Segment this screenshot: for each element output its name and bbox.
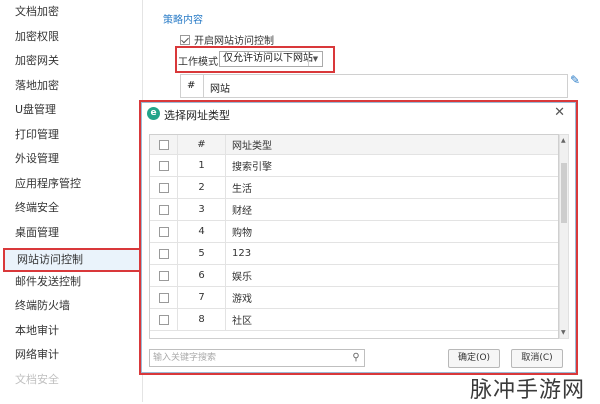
sidebar-item-network-audit[interactable]: 网络审计 (0, 343, 142, 367)
row-checkbox[interactable] (150, 243, 178, 264)
search-placeholder: 输入关键字搜索 (153, 353, 217, 363)
select-all-checkbox[interactable] (150, 135, 178, 154)
select-url-type-dialog: e 选择网址类型 ✕ # 网址类型 1 搜索引擎 2 生活 3 财经 4 购物 (141, 102, 576, 373)
scrollbar-thumb[interactable] (561, 163, 567, 223)
checkbox-icon[interactable] (158, 139, 169, 150)
row-num: 8 (178, 309, 226, 330)
row-checkbox[interactable] (150, 309, 178, 330)
grid-header: # 网址类型 (150, 135, 558, 155)
column-divider (203, 74, 204, 98)
row-num: 1 (178, 155, 226, 176)
search-icon[interactable]: ⚲ (350, 351, 362, 365)
row-num: 7 (178, 287, 226, 308)
row-num: 5 (178, 243, 226, 264)
table-row[interactable]: 6 娱乐 (150, 265, 558, 287)
sidebar-item-document-security[interactable]: 文档安全 (0, 368, 142, 392)
grid-scrollbar[interactable]: ▲ ▼ (559, 134, 569, 339)
row-num: 4 (178, 221, 226, 242)
sidebar-item-terminal-firewall[interactable]: 终端防火墙 (0, 294, 142, 318)
search-input[interactable]: 输入关键字搜索 ⚲ (149, 349, 365, 367)
ok-button[interactable]: 确定(O) (448, 349, 500, 368)
sidebar-item-landing-encrypt[interactable]: 落地加密 (0, 74, 142, 98)
row-type: 游戏 (232, 294, 252, 305)
row-checkbox[interactable] (150, 287, 178, 308)
row-type: 社区 (232, 316, 252, 327)
mode-label: 工作模式 (178, 57, 218, 68)
checkbox-icon[interactable] (180, 34, 190, 45)
sidebar-item-print-management[interactable]: 打印管理 (0, 123, 142, 147)
edit-icon[interactable]: ✎ (570, 73, 584, 87)
table-row[interactable]: 8 社区 (150, 309, 558, 331)
sidebar-item-website-access-control[interactable]: 网站访问控制 (3, 248, 142, 272)
row-type: 生活 (232, 184, 252, 195)
website-table-col-site: 网站 (210, 84, 230, 95)
checkbox-icon[interactable] (158, 270, 169, 281)
row-type: 财经 (232, 206, 252, 217)
sidebar-item-mail-send-control[interactable]: 邮件发送控制 (0, 270, 142, 294)
table-row[interactable]: 4 购物 (150, 221, 558, 243)
mode-select[interactable]: 仅允许访问以下网站 ▼ (219, 51, 323, 67)
sidebar-item-peripheral-management[interactable]: 外设管理 (0, 147, 142, 171)
chevron-down-icon[interactable]: ▼ (308, 52, 322, 66)
checkbox-icon[interactable] (158, 226, 169, 237)
row-type: 购物 (232, 228, 252, 239)
sidebar-item-app-control[interactable]: 应用程序管控 (0, 172, 142, 196)
sidebar-item-terminal-security[interactable]: 终端安全 (0, 196, 142, 220)
app-logo-icon: e (147, 107, 160, 120)
sidebar-item-encrypt-permission[interactable]: 加密权限 (0, 25, 142, 49)
checkbox-icon[interactable] (158, 248, 169, 259)
sidebar-item-encrypt-gateway[interactable]: 加密网关 (0, 49, 142, 73)
watermark-logo: 脉冲手游网 (470, 378, 586, 403)
sidebar-item-desktop-management[interactable]: 桌面管理 (0, 221, 142, 245)
row-type: 搜索引擎 (232, 162, 272, 173)
row-num: 2 (178, 177, 226, 198)
sidebar-item-local-audit[interactable]: 本地审计 (0, 319, 142, 343)
enable-label: 开启网站访问控制 (194, 36, 274, 47)
table-row[interactable]: 2 生活 (150, 177, 558, 199)
scroll-down-icon[interactable]: ▼ (561, 329, 566, 336)
table-row[interactable]: 1 搜索引擎 (150, 155, 558, 177)
checkbox-icon[interactable] (158, 182, 169, 193)
row-num: 6 (178, 265, 226, 286)
section-title: 策略内容 (163, 15, 203, 26)
cancel-button[interactable]: 取消(C) (511, 349, 563, 368)
close-icon[interactable]: ✕ (554, 105, 565, 120)
header-num: # (178, 135, 226, 154)
table-row[interactable]: 3 财经 (150, 199, 558, 221)
url-type-grid: # 网址类型 1 搜索引擎 2 生活 3 财经 4 购物 5 123 6 娱乐 … (149, 134, 559, 339)
row-type: 123 (232, 248, 252, 259)
mode-select-value: 仅允许访问以下网站 (223, 53, 313, 64)
sidebar-item-usb-management[interactable]: U盘管理 (0, 98, 142, 122)
checkbox-icon[interactable] (158, 314, 169, 325)
header-type: 网址类型 (232, 141, 272, 152)
row-checkbox[interactable] (150, 221, 178, 242)
website-table-col-num: # (187, 80, 196, 91)
row-checkbox[interactable] (150, 199, 178, 220)
dialog-titlebar[interactable]: e 选择网址类型 ✕ (142, 103, 575, 125)
row-checkbox[interactable] (150, 155, 178, 176)
sidebar: 文档加密 加密权限 加密网关 落地加密 U盘管理 打印管理 外设管理 应用程序管… (0, 0, 143, 402)
enable-row[interactable]: 开启网站访问控制 (180, 32, 274, 47)
row-checkbox[interactable] (150, 177, 178, 198)
row-checkbox[interactable] (150, 265, 178, 286)
table-row[interactable]: 5 123 (150, 243, 558, 265)
row-num: 3 (178, 199, 226, 220)
table-row[interactable]: 7 游戏 (150, 287, 558, 309)
scroll-up-icon[interactable]: ▲ (561, 137, 566, 144)
row-type: 娱乐 (232, 272, 252, 283)
dialog-title: 选择网址类型 (164, 109, 230, 122)
checkbox-icon[interactable] (158, 160, 169, 171)
website-table (180, 74, 568, 98)
checkbox-icon[interactable] (158, 204, 169, 215)
checkbox-icon[interactable] (158, 292, 169, 303)
sidebar-item-doc-encrypt[interactable]: 文档加密 (0, 0, 142, 24)
